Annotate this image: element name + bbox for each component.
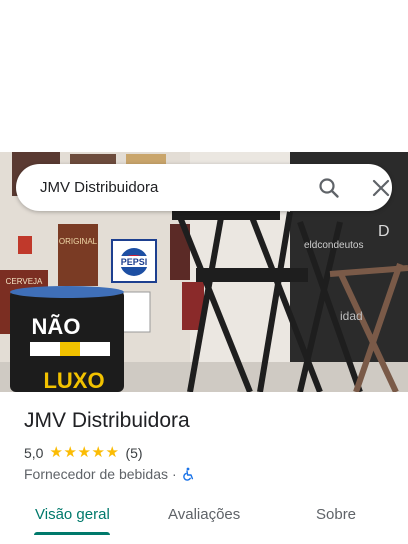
rating-value: 5,0 [24,445,44,461]
search-bar[interactable]: JMV Distribuidora [16,164,392,211]
review-count[interactable]: (5) [125,445,142,461]
photo-barrel-top-text: NÃO [32,314,81,339]
photo-chair-back-1 [172,210,280,220]
photo-shelf-text: eldcondeutos [304,240,364,251]
photo-small-poster [121,291,151,333]
photo-sign-original-text: ORIGINAL [59,237,98,246]
wheelchair-icon [181,467,195,481]
search-input[interactable]: JMV Distribuidora [40,164,158,211]
rating-stars: ★ ★ ★ ★ ★ [49,444,119,461]
tab-visao-geral[interactable]: Visão geral [35,506,110,523]
category-row: Fornecedor de bebidas · [24,465,195,483]
star-icon: ★ [91,444,105,461]
maps-place-screen: ORIGINAL PEPSI CERVEJA NÃO LUXO D eldcon… [0,0,408,544]
star-icon: ★ [49,444,63,461]
active-tab-indicator [34,532,110,535]
star-icon: ★ [77,444,91,461]
photo-shelf-text-2: idad [340,309,363,323]
photo-chair-seat-1 [196,268,308,282]
photo-shelf-letter: D [378,223,390,240]
photo-sign-cerveja-text: CERVEJA [6,277,43,286]
photo-barrel-bottom-text: LUXO [43,368,104,392]
photo-sign-original [58,224,98,286]
photo-small-sign [18,236,32,254]
search-icon[interactable] [317,176,341,200]
separator-dot: · [172,466,177,482]
star-icon: ★ [105,444,119,461]
tab-avaliacoes[interactable]: Avaliações [168,506,240,523]
star-icon: ★ [63,444,77,461]
close-icon[interactable] [369,176,393,200]
place-tabs: Visão geral Avaliações Sobre [0,496,408,536]
photo-sign-pepsi-text: PEPSI [121,257,148,267]
rating-row[interactable]: 5,0 ★ ★ ★ ★ ★ (5) [24,444,143,462]
place-info-panel: JMV Distribuidora 5,0 ★ ★ ★ ★ ★ (5) Forn… [0,392,408,544]
place-title: JMV Distribuidora [24,409,190,432]
photo-barrel-badge [60,342,80,356]
map-area-blank [0,0,408,152]
tab-sobre[interactable]: Sobre [316,506,356,523]
photo-barrel-lid [10,286,124,298]
place-category: Fornecedor de bebidas [24,466,168,482]
